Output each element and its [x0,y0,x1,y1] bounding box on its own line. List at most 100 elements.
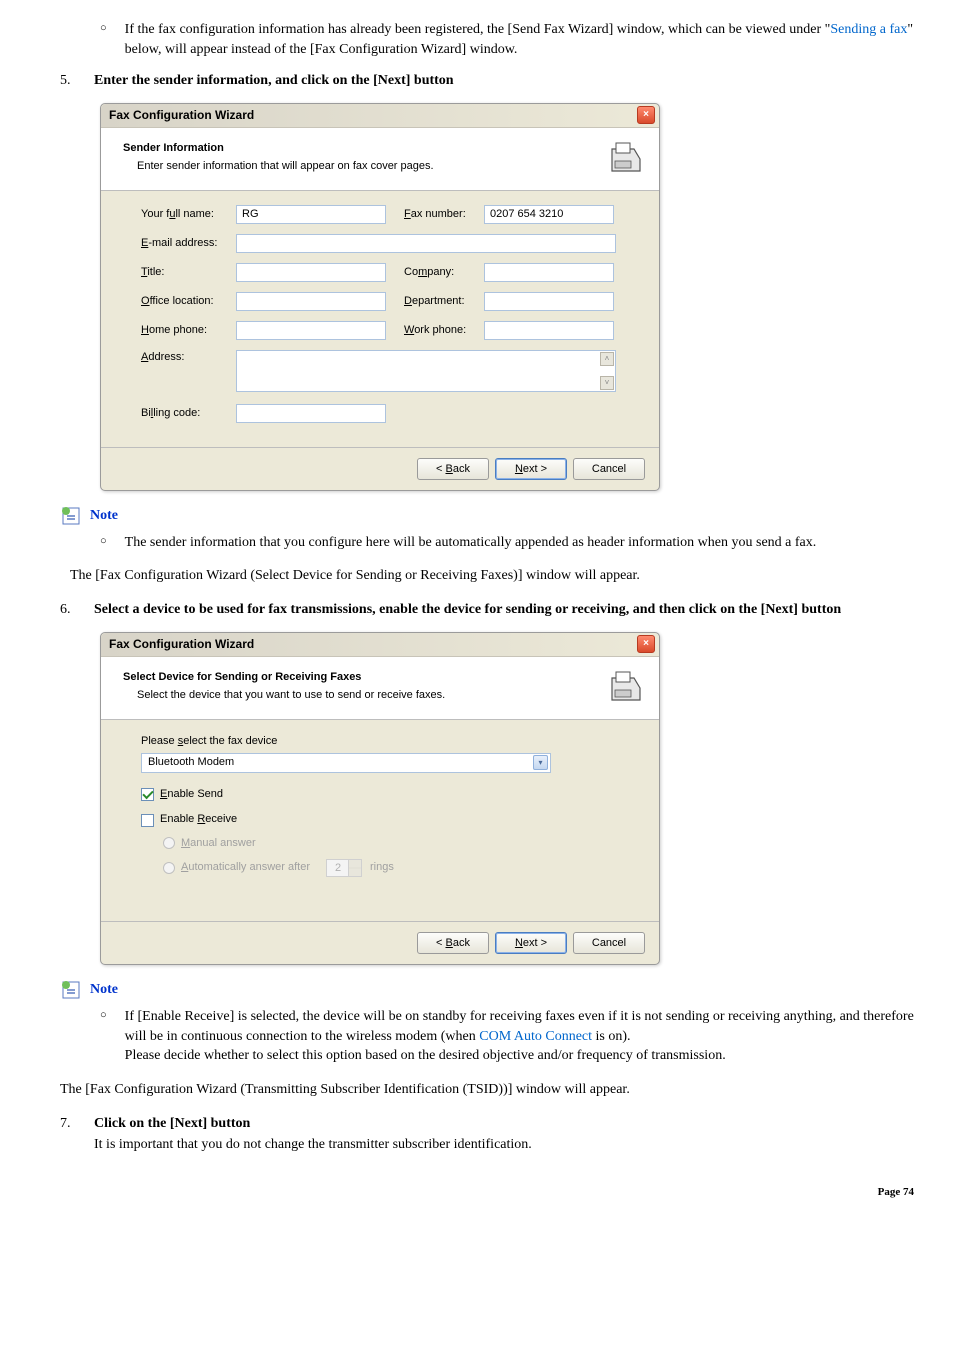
enable-send-label: Enable Send [160,787,223,802]
after-note-1-text: The [Fax Configuration Wizard (Select De… [70,566,914,586]
home-phone-label: Home phone: [141,323,236,338]
note-2-line2: Please decide whether to select this opt… [125,1048,726,1063]
billing-input[interactable] [236,404,386,423]
step-7-num: 7. [60,1114,76,1134]
page-number: Page 74 [60,1185,914,1200]
title-input[interactable] [236,263,386,282]
step-5-num: 5. [60,71,76,91]
company-input[interactable] [484,263,614,282]
fax-device-value: Bluetooth Modem [148,755,234,770]
cancel-button[interactable]: Cancel [573,458,645,480]
office-label: Office location: [141,294,236,309]
fax-icon [605,138,645,178]
note-1: Note [60,505,914,527]
step-6-num: 6. [60,600,76,620]
full-name-input[interactable]: RG [236,205,386,224]
home-phone-input[interactable] [236,321,386,340]
step-7-text: Click on the [Next] button [94,1114,250,1134]
intro-text: If the fax configuration information has… [125,20,914,59]
wizard-header: Sender Information Enter sender informat… [101,128,659,191]
after-note-2-text: The [Fax Configuration Wizard (Transmitt… [60,1080,914,1100]
note-1-text: The sender information that you configur… [125,533,817,553]
department-label: Department: [404,294,484,309]
wizard-body: Your full name: RG Fax number: 0207 654 … [101,191,659,447]
manual-answer-row: Manual answer [163,836,635,851]
enable-receive-checkbox[interactable] [141,814,154,827]
close-icon[interactable]: × [637,635,655,653]
intro-bullet: ○ If the fax configuration information h… [100,20,914,59]
window-title: Fax Configuration Wizard [109,107,254,124]
note-1-bullet: ○ The sender information that you config… [100,533,914,553]
office-input[interactable] [236,292,386,311]
intro-pre: If the fax configuration information has… [125,22,831,37]
select-fax-device-label: Please select the fax device [141,734,635,749]
window-title: Fax Configuration Wizard [109,636,254,653]
rings-label: rings [370,860,394,875]
bullet-marker: ○ [100,533,107,553]
wizard-body: Please select the fax device Bluetooth M… [101,720,659,922]
auto-answer-row: Automatically answer after 2 rings [163,859,635,877]
step-6-text: Select a device to be used for fax trans… [94,600,841,620]
wizard-header: Select Device for Sending or Receiving F… [101,657,659,720]
department-input[interactable] [484,292,614,311]
title-label: Title: [141,265,236,280]
wizard-footer: < Back Next > Cancel [101,921,659,964]
work-phone-label: Work phone: [404,323,484,338]
header-sub: Enter sender information that will appea… [137,159,434,174]
step-7: 7. Click on the [Next] button [60,1114,914,1134]
step-6: 6. Select a device to be used for fax tr… [60,600,914,620]
titlebar: Fax Configuration Wizard × [101,104,659,128]
enable-receive-row[interactable]: Enable Receive [141,812,635,827]
full-name-label: Your full name: [141,207,236,222]
note-2-text: If [Enable Receive] is selected, the dev… [125,1007,914,1066]
wizard-header-text: Select Device for Sending or Receiving F… [123,670,445,703]
scroll-down-icon[interactable]: ˅ [600,376,614,390]
next-button[interactable]: Next > [495,932,567,954]
back-button[interactable]: < Back [417,458,489,480]
fax-config-wizard-device: Fax Configuration Wizard × Select Device… [100,632,660,966]
sending-fax-link[interactable]: Sending a fax [830,22,907,37]
wizard-footer: < Back Next > Cancel [101,447,659,490]
header-title: Select Device for Sending or Receiving F… [123,670,445,685]
enable-send-checkbox[interactable] [141,788,154,801]
wizard-header-text: Sender Information Enter sender informat… [123,141,434,174]
billing-label: Billing code: [141,406,236,421]
next-button[interactable]: Next > [495,458,567,480]
company-label: Company: [404,265,484,280]
back-button[interactable]: < Back [417,932,489,954]
note-2: Note [60,979,914,1001]
close-icon[interactable]: × [637,106,655,124]
auto-answer-radio [163,862,175,874]
address-input[interactable]: ˄ ˅ [236,350,616,392]
manual-answer-radio [163,837,175,849]
manual-answer-label: Manual answer [181,836,256,851]
note-label: Note [90,506,118,526]
enable-send-row[interactable]: Enable Send [141,787,635,802]
fax-number-label: Fax number: [404,207,484,222]
step-5-text: Enter the sender information, and click … [94,71,454,91]
fax-icon [605,667,645,707]
titlebar: Fax Configuration Wizard × [101,633,659,657]
bullet-marker: ○ [100,20,107,59]
fax-config-wizard-sender: Fax Configuration Wizard × Sender Inform… [100,103,660,491]
work-phone-input[interactable] [484,321,614,340]
note-2-mid: is on). [592,1029,631,1044]
fax-number-input[interactable]: 0207 654 3210 [484,205,614,224]
cancel-button[interactable]: Cancel [573,932,645,954]
enable-receive-label: Enable Receive [160,812,237,827]
fax-device-select[interactable]: Bluetooth Modem ▾ [141,753,551,773]
auto-answer-label: Automatically answer after [181,860,310,875]
header-sub: Select the device that you want to use t… [137,688,445,703]
step-7-sub: It is important that you do not change t… [94,1135,914,1155]
email-input[interactable] [236,234,616,253]
step-5: 5. Enter the sender information, and cli… [60,71,914,91]
com-auto-connect-link[interactable]: COM Auto Connect [479,1029,592,1044]
header-title: Sender Information [123,141,434,156]
rings-spinner: 2 [326,859,362,877]
note-icon [60,979,82,1001]
email-label: E-mail address: [141,236,236,251]
scroll-up-icon[interactable]: ˄ [600,352,614,366]
note-label: Note [90,980,118,1000]
chevron-down-icon[interactable]: ▾ [533,755,548,770]
note-2-bullet: ○ If [Enable Receive] is selected, the d… [100,1007,914,1066]
